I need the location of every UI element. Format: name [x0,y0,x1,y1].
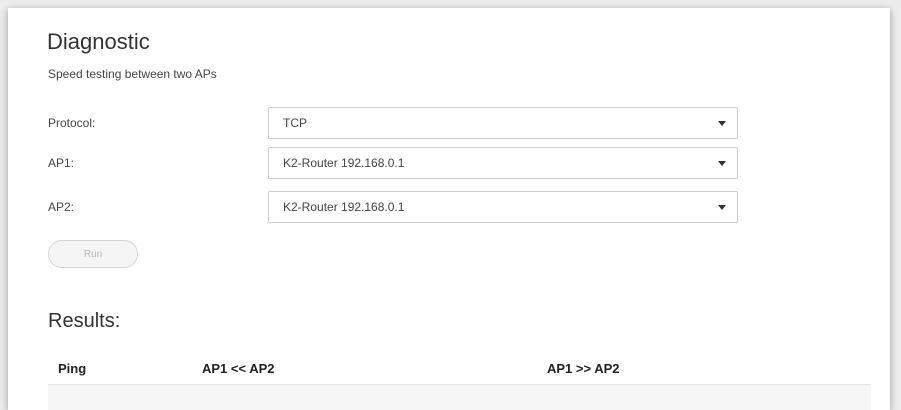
column-header-ping: Ping [58,361,87,376]
ap1-label: AP1: [48,156,75,170]
ap1-select-value: K2-Router 192.168.0.1 [283,156,405,170]
caret-down-icon [718,121,726,126]
column-header-ap1-from-ap2: AP1 << AP2 [202,361,275,376]
results-title: Results: [48,310,121,332]
run-button[interactable]: Run [48,240,138,268]
ap1-row: AP1: K2-Router 192.168.0.1 [48,147,738,179]
caret-down-icon [718,161,726,166]
ap1-select[interactable]: K2-Router 192.168.0.1 [268,147,738,179]
ap2-select-value: K2-Router 192.168.0.1 [283,200,405,214]
ap2-label: AP2: [48,200,75,214]
ap2-row: AP2: K2-Router 192.168.0.1 [48,191,738,223]
column-header-ap1-to-ap2: AP1 >> AP2 [547,361,620,376]
page-subtitle: Speed testing between two APs [48,67,217,81]
results-table-header: Ping AP1 << AP2 AP1 >> AP2 [48,354,871,385]
diagnostic-panel: Diagnostic Speed testing between two APs… [8,8,890,410]
ap2-select[interactable]: K2-Router 192.168.0.1 [268,191,738,223]
page-title: Diagnostic [47,29,150,54]
protocol-row: Protocol: TCP [48,107,738,139]
results-empty-row [48,385,871,410]
caret-down-icon [718,205,726,210]
protocol-select-value: TCP [283,116,307,130]
protocol-select[interactable]: TCP [268,107,738,139]
protocol-label: Protocol: [48,116,96,130]
